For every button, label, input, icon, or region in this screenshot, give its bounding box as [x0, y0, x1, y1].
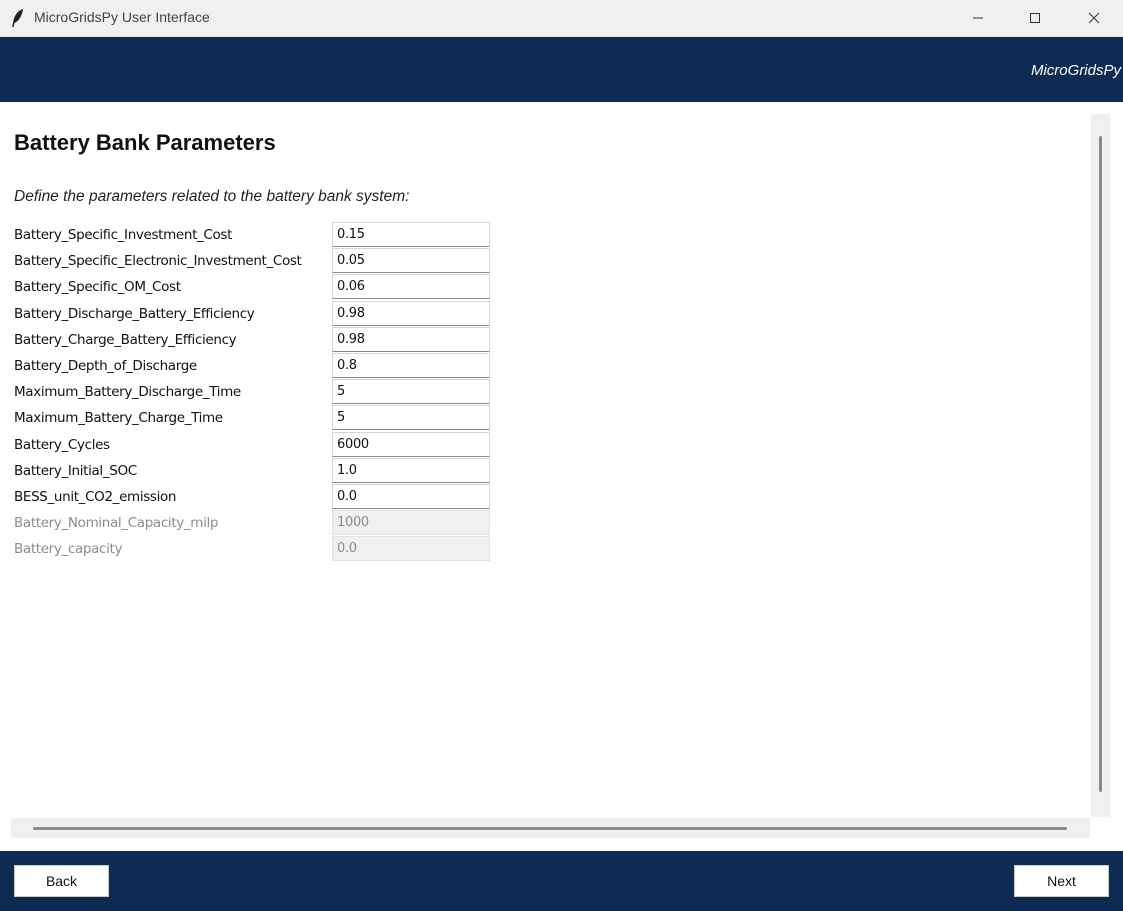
maximize-icon: [1030, 13, 1040, 23]
maximize-button[interactable]: [1007, 0, 1063, 37]
param-label: BESS_unit_CO2_emission: [14, 488, 177, 505]
minimize-icon: [973, 17, 983, 19]
param-label: Maximum_Battery_Charge_Time: [14, 410, 223, 427]
page-title: Battery Bank Parameters: [14, 130, 276, 155]
battery-depth-of-discharge-input[interactable]: [332, 352, 490, 378]
close-icon: [1088, 12, 1100, 24]
battery-specific-investment-cost-input[interactable]: [332, 222, 490, 247]
param-label: Battery_capacity: [14, 541, 123, 558]
vertical-scroll-thumb[interactable]: [1099, 136, 1102, 792]
param-label: Battery_Discharge_Battery_Efficiency: [14, 305, 255, 322]
brand-label: MicroGridsPy: [1030, 62, 1121, 79]
param-label: Battery_Specific_OM_Cost: [14, 279, 181, 296]
page-subtitle: Define the parameters related to the bat…: [14, 188, 410, 205]
maximum-battery-discharge-time-input[interactable]: [332, 379, 490, 405]
footer-bar: Back Next: [0, 851, 1123, 911]
title-bar: MicroGridsPy User Interface: [0, 0, 1123, 37]
battery-capacity-input: [332, 536, 490, 562]
param-label: Battery_Cycles: [14, 436, 110, 453]
param-label: Battery_Depth_of_Discharge: [14, 357, 197, 374]
horizontal-scrollbar[interactable]: [11, 818, 1090, 838]
header-bar: MicroGridsPy: [0, 37, 1123, 102]
close-button[interactable]: [1066, 0, 1122, 37]
bess-unit-co2-emission-input[interactable]: [332, 483, 490, 509]
battery-discharge-battery-efficiency-input[interactable]: [332, 300, 490, 326]
battery-specific-electronic-investment-cost-input[interactable]: [332, 248, 490, 274]
back-button[interactable]: Back: [14, 865, 109, 897]
battery-charge-battery-efficiency-input[interactable]: [332, 326, 490, 352]
param-label: Battery_Specific_Electronic_Investment_C…: [14, 253, 302, 270]
param-label: Maximum_Battery_Discharge_Time: [14, 384, 241, 401]
feather-icon: [10, 8, 26, 28]
param-label: Battery_Nominal_Capacity_milp: [14, 515, 219, 532]
battery-nominal-capacity-milp-input: [332, 510, 490, 536]
battery-cycles-input[interactable]: [332, 431, 490, 457]
param-label: Battery_Initial_SOC: [14, 462, 137, 479]
next-button[interactable]: Next: [1014, 865, 1109, 897]
maximum-battery-charge-time-input[interactable]: [332, 405, 490, 431]
param-label: Battery_Specific_Investment_Cost: [14, 227, 233, 243]
horizontal-scroll-thumb[interactable]: [33, 827, 1067, 830]
window-title: MicroGridsPy User Interface: [34, 9, 210, 25]
minimize-button[interactable]: [950, 0, 1006, 37]
param-label: Battery_Charge_Battery_Efficiency: [14, 331, 237, 348]
battery-initial-soc-input[interactable]: [332, 457, 490, 483]
vertical-scrollbar[interactable]: [1091, 114, 1110, 817]
battery-specific-om-cost-input[interactable]: [332, 274, 490, 300]
